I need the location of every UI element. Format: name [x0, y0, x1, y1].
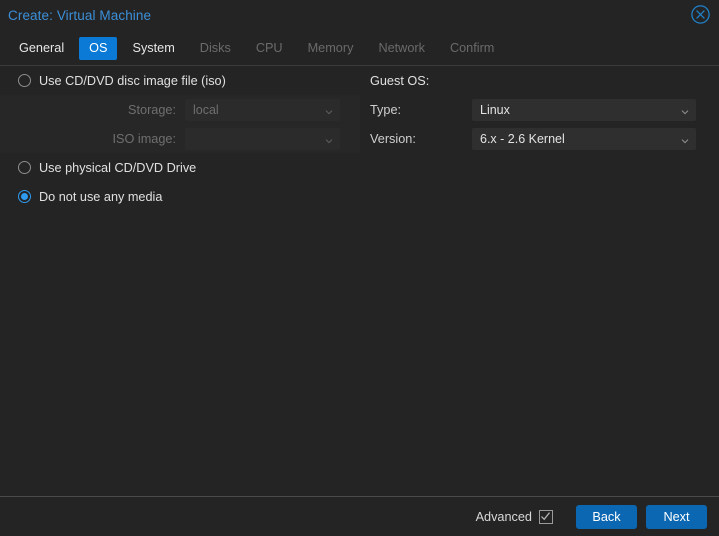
chevron-down-icon — [325, 108, 333, 116]
dialog-title: Create: Virtual Machine — [8, 8, 152, 23]
tab-general[interactable]: General — [9, 37, 74, 60]
tab-system[interactable]: System — [122, 37, 184, 60]
guest-os-type-value: Linux — [480, 102, 510, 117]
check-mark-icon — [541, 511, 551, 520]
radio-use-physical-drive[interactable] — [18, 161, 31, 174]
guest-os-type-select[interactable]: Linux — [472, 98, 696, 121]
advanced-toggle[interactable]: Advanced — [475, 509, 553, 524]
dialog-titlebar: Create: Virtual Machine — [0, 0, 719, 31]
media-option-iso-label: Use CD/DVD disc image file (iso) — [39, 73, 226, 88]
iso-image-label: ISO image: — [112, 131, 176, 146]
storage-row: Storage: local — [0, 95, 360, 124]
guest-os-type-row: Type: Linux — [360, 95, 719, 124]
media-option-iso-row[interactable]: Use CD/DVD disc image file (iso) — [0, 66, 360, 95]
create-vm-dialog: Create: Virtual Machine General OS Syste… — [0, 0, 719, 536]
guest-os-version-value: 6.x - 2.6 Kernel — [480, 131, 565, 146]
guest-os-column: Guest OS: Type: Linux Version: 6.x - 2.6… — [360, 66, 719, 153]
chevron-down-icon — [325, 137, 333, 145]
media-option-physical-label: Use physical CD/DVD Drive — [39, 160, 197, 175]
next-button[interactable]: Next — [646, 504, 707, 529]
tab-os[interactable]: OS — [79, 36, 118, 60]
tab-memory: Memory — [307, 40, 354, 55]
guest-os-type-label: Type: — [370, 102, 402, 117]
media-option-none-label: Do not use any media — [39, 189, 163, 204]
advanced-label: Advanced — [475, 509, 532, 524]
dialog-body: Use CD/DVD disc image file (iso) Storage… — [0, 66, 719, 496]
iso-image-row: ISO image: — [0, 124, 360, 153]
tab-disks: Disks — [199, 40, 231, 55]
tab-confirm: Confirm — [449, 40, 495, 55]
chevron-down-icon — [681, 108, 689, 116]
storage-label: Storage: — [128, 102, 176, 117]
close-circle-icon[interactable] — [690, 4, 711, 25]
storage-select: local — [185, 98, 340, 121]
back-button[interactable]: Back — [576, 504, 637, 529]
advanced-checkbox[interactable] — [539, 509, 553, 524]
guest-os-version-label: Version: — [370, 131, 416, 146]
guest-os-heading-row: Guest OS: — [360, 66, 719, 95]
dialog-footer: Advanced Back Next — [0, 496, 719, 536]
media-source-column: Use CD/DVD disc image file (iso) Storage… — [0, 66, 360, 211]
storage-select-value: local — [193, 102, 219, 117]
iso-image-select — [185, 127, 340, 150]
chevron-down-icon — [681, 137, 689, 145]
tab-cpu: CPU — [255, 40, 283, 55]
guest-os-version-select[interactable]: 6.x - 2.6 Kernel — [472, 127, 696, 150]
guest-os-heading: Guest OS: — [370, 73, 430, 88]
radio-no-media[interactable] — [18, 190, 31, 203]
media-option-none-row[interactable]: Do not use any media — [0, 182, 360, 211]
radio-use-iso[interactable] — [18, 74, 31, 87]
guest-os-version-row: Version: 6.x - 2.6 Kernel — [360, 124, 719, 153]
wizard-tabbar: General OS System Disks CPU Memory Netwo… — [0, 31, 719, 66]
media-option-physical-row[interactable]: Use physical CD/DVD Drive — [0, 153, 360, 182]
tab-network: Network — [378, 40, 425, 55]
